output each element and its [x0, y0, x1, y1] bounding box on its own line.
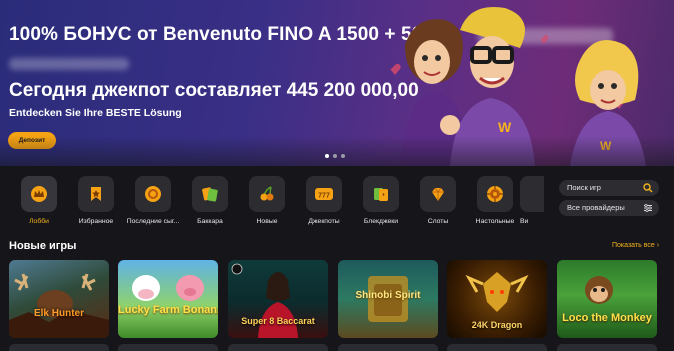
cards-icon: [192, 176, 228, 212]
category-label: Избранное: [78, 218, 114, 225]
hero-characters-illustration: W W: [390, 6, 646, 166]
game-title: Elk Hunter: [33, 308, 84, 319]
category-label: Лобби: [29, 218, 49, 225]
game-card-super-8-baccarat[interactable]: Super 8 Baccarat: [228, 260, 328, 338]
category-favorites[interactable]: Избранное: [65, 176, 127, 225]
bookmark-icon: [78, 176, 114, 212]
game-title: Shinobi Spirit: [355, 290, 421, 301]
hero-subtitle: Entdecken Sie Ihre BESTE Lösung: [9, 107, 182, 119]
category-new[interactable]: Новые: [236, 176, 298, 225]
game-card-partial[interactable]: [228, 344, 328, 351]
hero-jackpot-text: Сегодня джекпот составляет 445 200 000,0…: [9, 80, 419, 101]
providers-select[interactable]: Все провайдеры: [559, 200, 659, 216]
game-card-elk-hunter[interactable]: Elk Hunter: [9, 260, 109, 338]
game-title: Loco the Monkey: [562, 312, 652, 324]
hero-banner[interactable]: 100% БОНУС от Benvenuto FINO A 1500 + 50…: [0, 0, 674, 166]
game-card-24k-dragon[interactable]: 24K Dragon: [447, 260, 547, 338]
game-card-partial[interactable]: [447, 344, 547, 351]
category-recent[interactable]: Последние сыг...: [122, 176, 184, 225]
show-all-link[interactable]: Показать все ›: [612, 242, 659, 249]
hero-pagination-dots[interactable]: [325, 154, 345, 158]
game-card-partial[interactable]: [338, 344, 438, 351]
game-title: Super 8 Baccarat: [241, 316, 315, 326]
svg-text:W: W: [498, 119, 512, 135]
diamond-icon: [420, 176, 456, 212]
category-label: Баккара: [197, 218, 223, 225]
game-card-partial[interactable]: [118, 344, 218, 351]
category-strip: Лобби Избранное Последние сыг... Баккара…: [0, 170, 550, 232]
game-card-partial[interactable]: [9, 344, 109, 351]
monkey-illustration: [585, 276, 613, 304]
chip-icon: [135, 176, 171, 212]
dealer-illustration: [231, 263, 298, 338]
playing-cards-icon: [363, 176, 399, 212]
category-label: Блекджеки: [363, 218, 399, 225]
category-label: Слоты: [427, 218, 449, 225]
search-icon[interactable]: [643, 183, 653, 193]
category-baccarat[interactable]: Баккара: [179, 176, 241, 225]
hero-title: 100% БОНУС от Benvenuto FINO A 1500 + 50: [9, 24, 423, 45]
category-partial-box: [520, 176, 544, 212]
deposit-button[interactable]: Депозит: [8, 132, 56, 149]
game-card-partial[interactable]: [557, 344, 657, 351]
svg-text:777: 777: [318, 193, 330, 200]
game-card-loco-monkey[interactable]: Loco the Monkey: [557, 260, 657, 338]
svg-text:W: W: [600, 139, 612, 153]
chevron-right-icon: ›: [656, 242, 660, 249]
providers-label: Все провайдеры: [567, 203, 625, 212]
hero-blurred-text: [9, 58, 129, 70]
game-title: 24K Dragon: [471, 320, 523, 330]
category-label: Ви: [520, 218, 529, 225]
search-placeholder: Поиск игр: [567, 183, 601, 192]
game-card-lucky-farm[interactable]: Lucky Farm Bonanza: [118, 260, 218, 338]
game-card-shinobi-spirit[interactable]: Shinobi Spirit: [338, 260, 438, 338]
search-input[interactable]: Поиск игр: [559, 180, 659, 196]
filter-icon[interactable]: [643, 203, 653, 213]
crown-icon: [21, 176, 57, 212]
new-games-title: Новые игры: [9, 240, 77, 252]
show-all-label: Показать все: [612, 242, 655, 249]
hero-dot-1[interactable]: [325, 154, 329, 158]
category-blackjack[interactable]: Блекджеки: [350, 176, 412, 225]
category-label: Новые: [256, 218, 278, 225]
farm-animals-illustration: [132, 275, 204, 301]
category-partial[interactable]: Ви: [516, 176, 544, 225]
slot-777-icon: 777: [306, 176, 342, 212]
category-lobby[interactable]: Лобби: [8, 176, 70, 225]
category-label: Джекпоты: [308, 218, 340, 225]
category-jackpots[interactable]: 777 Джекпоты: [293, 176, 355, 225]
game-title: Lucky Farm Bonanza: [118, 304, 218, 316]
hero-dot-3[interactable]: [341, 154, 345, 158]
cherries-icon: [249, 176, 285, 212]
elk-illustration: [9, 273, 109, 338]
category-slots[interactable]: Слоты: [407, 176, 469, 225]
roulette-icon: [477, 176, 513, 212]
category-label: Последние сыг...: [126, 218, 180, 225]
hero-dot-2[interactable]: [333, 154, 337, 158]
